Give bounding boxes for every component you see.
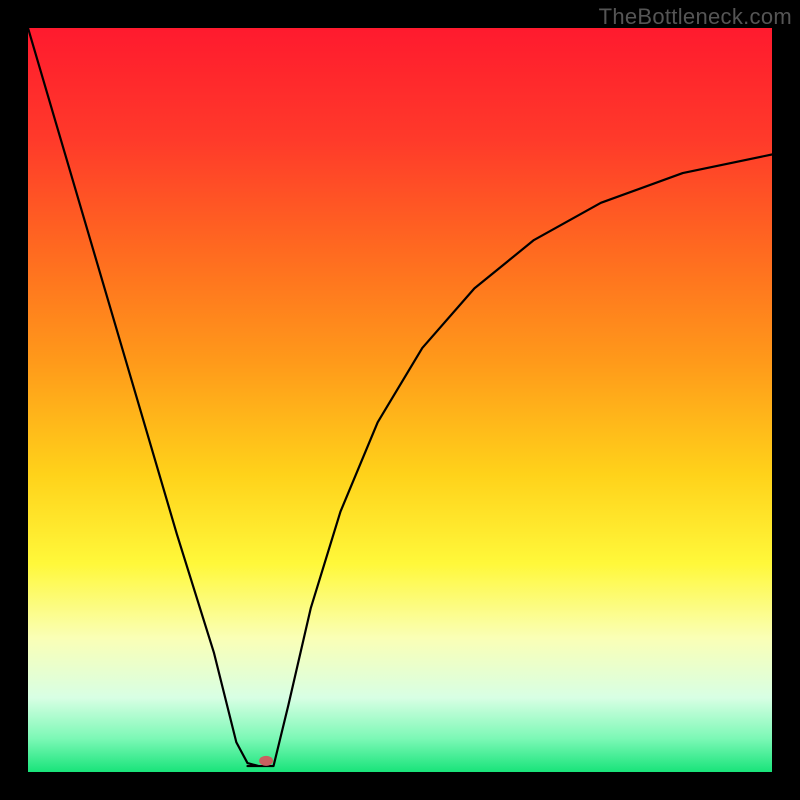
- chart-canvas: [28, 28, 772, 772]
- optimal-point-marker: [259, 756, 273, 766]
- chart-frame: TheBottleneck.com: [0, 0, 800, 800]
- plot-area: [28, 28, 772, 772]
- gradient-background: [28, 28, 772, 772]
- watermark-label: TheBottleneck.com: [599, 4, 792, 30]
